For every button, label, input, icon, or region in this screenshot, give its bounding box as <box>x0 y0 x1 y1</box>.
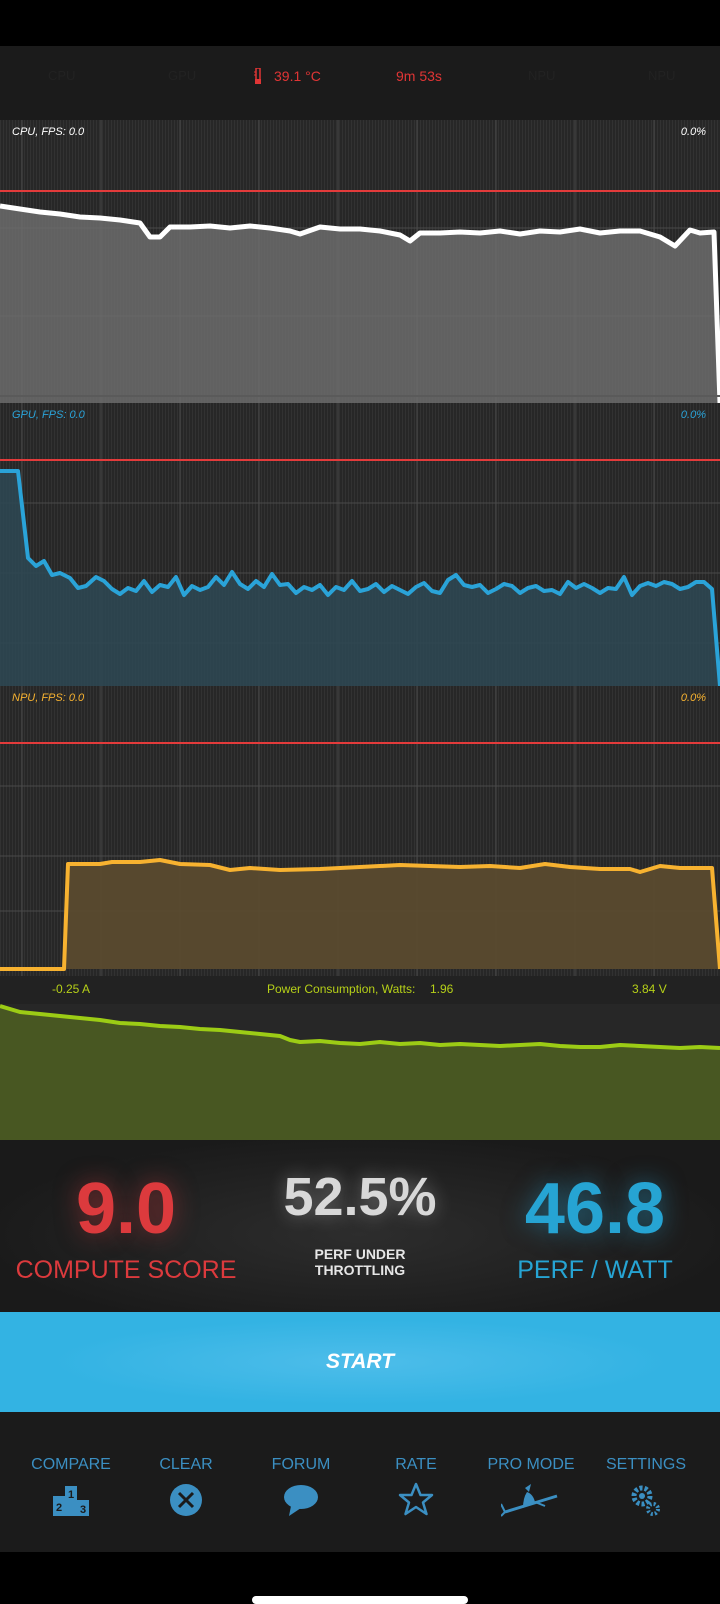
throttling-label-line-2: THROTTLING <box>314 1262 406 1278</box>
chat-bubble-icon <box>284 1485 318 1516</box>
gpu-chart-plot <box>0 403 720 686</box>
npu-chart-plot <box>0 686 720 976</box>
throttling-label-line-1: PERF UNDER <box>314 1246 406 1262</box>
power-title: Power Consumption, Watts: <box>267 982 416 996</box>
status-bar <box>0 0 720 46</box>
svg-text:1: 1 <box>68 1489 74 1501</box>
nav-clear[interactable]: CLEAR <box>127 1412 245 1552</box>
cpu-chart-plot <box>0 120 720 403</box>
bottom-navigation: COMPARE 2 1 3 CLEAR FORUM RATE PRO MODE <box>0 1412 720 1552</box>
npu-header-label-2: NPU <box>648 68 676 83</box>
nav-compare-label: COMPARE <box>31 1456 111 1473</box>
npu-header-label-1: NPU <box>528 68 556 83</box>
power-voltage: 3.84 V <box>632 982 667 996</box>
power-header: -0.25 A Power Consumption, Watts: 1.96 3… <box>0 976 720 1004</box>
compute-score-value: 9.0 <box>75 1169 177 1249</box>
home-gesture-handle[interactable] <box>252 1596 468 1604</box>
svg-text:2: 2 <box>56 1502 62 1514</box>
close-circle-icon <box>170 1484 202 1516</box>
npu-percent: 0.0% <box>680 692 706 704</box>
score-panel: 9.0 COMPUTE SCORE 52.5% PERF UNDER THROT… <box>0 1140 720 1312</box>
compute-score-label: COMPUTE SCORE <box>15 1256 237 1284</box>
nav-rate[interactable]: RATE <box>357 1412 475 1552</box>
nav-forum-label: FORUM <box>271 1456 331 1473</box>
power-current: -0.25 A <box>52 982 91 996</box>
gpu-fps-label: GPU, FPS: 0.0 <box>12 409 85 421</box>
gpu-header-label: GPU <box>168 68 197 83</box>
witch-icon <box>501 1484 558 1517</box>
nav-settings-label: SETTINGS <box>605 1456 686 1473</box>
nav-forum[interactable]: FORUM <box>242 1412 360 1552</box>
nav-compare[interactable]: COMPARE 2 1 3 <box>12 1412 130 1552</box>
npu-fps-label: NPU, FPS: 0.0 <box>12 692 85 704</box>
cpu-percent: 0.0% <box>680 126 706 138</box>
start-button[interactable]: START <box>0 1312 720 1412</box>
perf-watt-value: 46.8 <box>524 1169 666 1249</box>
system-navigation-bar <box>0 1552 720 1600</box>
throttling-label: PERF UNDER THROTTLING <box>290 1246 430 1278</box>
podium-icon: 2 1 3 <box>53 1486 89 1516</box>
gpu-chart: GPU, FPS: 0.0 0.0% <box>0 403 720 686</box>
nav-pro-mode-label: PRO MODE <box>487 1456 575 1473</box>
star-icon <box>398 1482 434 1516</box>
nav-pro-mode[interactable]: PRO MODE <box>472 1412 590 1552</box>
npu-chart: NPU, FPS: 0.0 0.0% <box>0 686 720 976</box>
top-info-bar: CPU GPU 39.1 °C 9m 53s NPU NPU <box>0 46 720 120</box>
cpu-fps-label: CPU, FPS: 0.0 <box>12 126 85 138</box>
gear-icon <box>631 1485 660 1516</box>
power-chart-plot <box>0 1004 720 1140</box>
elapsed-time: 9m 53s <box>396 68 442 84</box>
cpu-header-label: CPU <box>48 68 76 83</box>
nav-settings[interactable]: SETTINGS <box>587 1412 705 1552</box>
thermometer-icon <box>254 68 261 84</box>
gpu-percent: 0.0% <box>680 409 706 421</box>
svg-text:3: 3 <box>80 1504 86 1516</box>
nav-rate-label: RATE <box>395 1456 437 1473</box>
nav-clear-label: CLEAR <box>159 1456 213 1473</box>
cpu-chart: CPU, FPS: 0.0 0.0% <box>0 120 720 403</box>
power-watts: 1.96 <box>430 982 454 996</box>
throttling-value: 52.5% <box>283 1167 437 1227</box>
temperature-value: 39.1 °C <box>274 68 321 84</box>
perf-watt-label: PERF / WATT <box>517 1256 673 1284</box>
power-chart <box>0 1004 720 1140</box>
